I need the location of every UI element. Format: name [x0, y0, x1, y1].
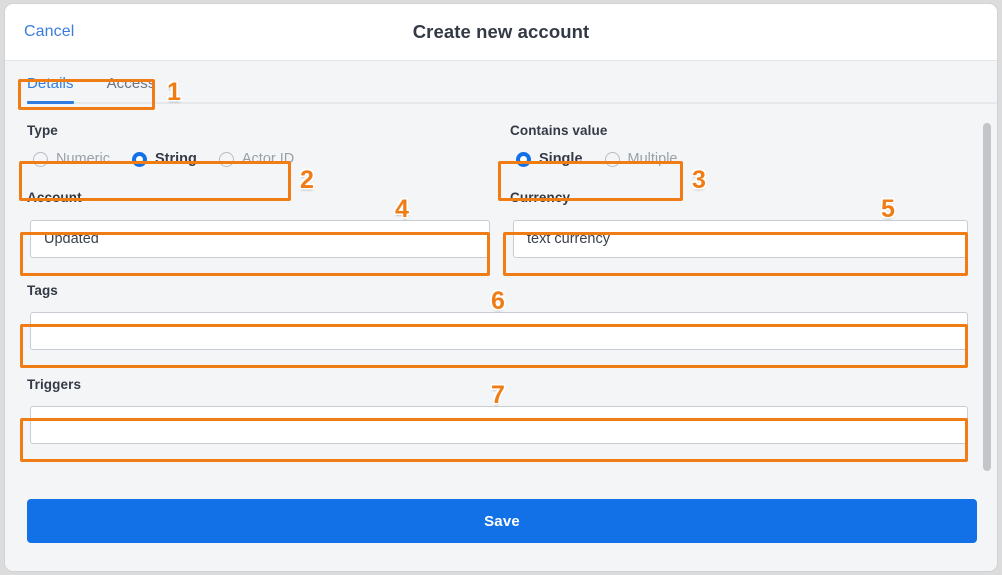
radio-circle-filled-icon	[516, 151, 531, 167]
tags-label: Tags	[27, 283, 58, 298]
screenshot-root: Cancel Create new account Details Access…	[0, 0, 1002, 575]
contains-value-label: Contains value	[510, 123, 608, 138]
account-input[interactable]: Updated	[30, 220, 490, 258]
create-account-dialog: Cancel Create new account Details Access…	[4, 3, 998, 572]
triggers-label: Triggers	[27, 377, 82, 392]
radio-option-numeric[interactable]: Numeric	[33, 151, 110, 167]
radio-option-multiple[interactable]: Multiple	[604, 151, 678, 167]
radio-circle-filled-icon	[131, 151, 147, 167]
radio-option-single[interactable]: Single	[516, 151, 583, 167]
type-label: Type	[27, 123, 58, 138]
tab-active-indicator	[27, 101, 74, 104]
dialog-header: Cancel Create new account	[5, 4, 997, 61]
currency-input[interactable]: text currency	[513, 220, 968, 258]
radio-label-numeric: Numeric	[56, 151, 110, 167]
contains-value-radio-group[interactable]: Single Multiple	[516, 151, 678, 167]
tab-list: Details Access	[27, 75, 156, 94]
radio-circle-icon	[604, 151, 620, 167]
radio-label-actor-id: Actor ID	[241, 151, 295, 167]
form-body: Type Numeric String Actor ID Contains va…	[5, 115, 997, 485]
form-scrollbar-thumb[interactable]	[983, 123, 991, 471]
radio-circle-icon	[218, 151, 234, 167]
radio-label-single: Single	[539, 151, 583, 167]
tab-details[interactable]: Details	[27, 75, 74, 94]
radio-option-actor-id[interactable]: Actor ID	[218, 151, 295, 167]
tags-input[interactable]	[30, 312, 968, 350]
radio-option-string[interactable]: String	[131, 151, 197, 167]
radio-label-multiple: Multiple	[627, 151, 678, 167]
tab-access[interactable]: Access	[107, 75, 156, 94]
currency-label: Currency	[510, 190, 571, 205]
account-label: Account	[27, 190, 82, 205]
save-button[interactable]: Save	[27, 499, 977, 543]
triggers-input[interactable]	[30, 406, 968, 444]
tab-underline-track	[27, 102, 997, 104]
radio-circle-icon	[33, 151, 48, 167]
tab-bar: Details Access	[5, 61, 997, 115]
type-radio-group[interactable]: Numeric String Actor ID	[33, 151, 295, 167]
page-title: Create new account	[412, 21, 590, 42]
radio-label-string: String	[154, 151, 197, 167]
dialog-footer: Save	[5, 485, 997, 571]
